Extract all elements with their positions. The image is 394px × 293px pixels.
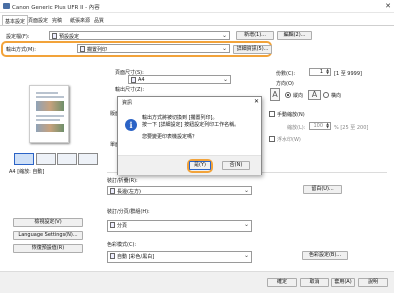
output-method-value: 擱置列印	[87, 47, 108, 53]
tab-divider	[0, 25, 394, 26]
info-dialog: 資訊 ✕ i 輸出方式將被切換到 [擱置列印]。 按一下 [詳細設定] 按鈕設定…	[117, 96, 262, 175]
add-profile-button[interactable]: 新增(1)...	[236, 31, 274, 40]
scale-range: % [25 至 200]	[334, 125, 369, 131]
restore-defaults-button[interactable]: 恢復預設值(R)	[13, 244, 83, 253]
ok-button[interactable]: 確定	[267, 278, 297, 287]
help-button[interactable]: 說明	[358, 278, 388, 287]
copies-label: 份數(C):	[276, 71, 296, 77]
page-size-select[interactable]: A4 ⌄	[128, 75, 231, 84]
dialog-message-line2: 按一下 [詳細設定] 按鈕設定列印工作名稱。	[142, 122, 240, 128]
scale-value: 100	[313, 123, 323, 129]
dialog-message-line1: 輸出方式將被切換到 [擱置列印]。	[142, 115, 218, 121]
paper-icon	[131, 77, 136, 83]
color-settings-button[interactable]: 色彩設定(B)...	[302, 251, 348, 260]
orientation-label: 方向(O)	[276, 81, 294, 87]
watermark-label: 浮水印(W)	[277, 137, 301, 143]
hold-print-icon	[80, 46, 85, 52]
margin-button[interactable]: 留白(U)...	[303, 185, 342, 194]
dialog-message-line3: 您要變更印表機設定嗎？	[142, 134, 198, 140]
chevron-down-icon: ⌄	[243, 187, 249, 194]
profile-icon	[52, 33, 57, 39]
collate-icon	[110, 222, 115, 228]
dialog-button-bar: 確定 取消 套用(A) 說明	[0, 271, 394, 293]
copies-range: [1 至 9999]	[334, 71, 362, 77]
output-size-label: 輸出尺寸(Z):	[115, 87, 145, 93]
tab-basic-settings[interactable]: 基本設定	[2, 15, 29, 25]
manual-scale-checkbox[interactable]	[269, 111, 275, 117]
dialog-close-icon[interactable]: ✕	[254, 98, 259, 105]
chevron-down-icon: ⌄	[243, 252, 249, 259]
view-settings-button[interactable]: 檢視設定(V)	[13, 218, 83, 227]
language-settings-button[interactable]: Language Settings(N)...	[13, 231, 83, 240]
staple-select[interactable]: 分頁 ⌄	[107, 220, 252, 232]
staple-value: 分頁	[117, 223, 128, 229]
preview-image-2	[36, 124, 64, 132]
scale-stepper[interactable]: 100 ▲ ▼	[309, 122, 331, 130]
profile-value: 預設設定	[59, 34, 80, 40]
color-mode-value: 自動 [彩色/黑白]	[117, 254, 155, 260]
title-bar: Canon Generic Plus UFR II - 內容 ✕	[0, 0, 394, 13]
watermark-checkbox[interactable]	[269, 136, 275, 142]
staple-label: 裝訂/分頁/群組(H):	[107, 209, 150, 215]
tab-paper-source[interactable]: 紙張來源	[68, 15, 92, 25]
preview-mode-layout-icon[interactable]	[14, 153, 34, 165]
spin-arrows-icon[interactable]: ▲ ▼	[326, 68, 329, 75]
landscape-label: 橫向	[331, 93, 342, 99]
output-method-label: 輸出方式(M):	[6, 47, 36, 53]
preview-mode-finish-icon[interactable]	[78, 153, 98, 165]
color-icon	[110, 253, 115, 259]
copies-stepper[interactable]: 1 ▲ ▼	[309, 68, 331, 76]
scale-label: 縮放(L):	[287, 125, 306, 131]
bind-select[interactable]: 長邊(左方) ⌄	[107, 186, 252, 195]
preview-mode-settings-icon[interactable]	[36, 153, 56, 165]
bind-icon	[110, 188, 115, 194]
no-button[interactable]: 否(N)	[222, 161, 250, 170]
dialog-footer: 是(Y) 否(N)	[118, 155, 261, 175]
apply-button[interactable]: 套用(A)	[331, 278, 355, 287]
bind-label: 裝訂/折疊(R):	[107, 178, 138, 184]
preview-mode-color-icon[interactable]	[57, 153, 77, 165]
portrait-radio[interactable]	[285, 92, 291, 98]
output-method-select[interactable]: 擱置列印 ⌄	[77, 44, 230, 53]
yes-button[interactable]: 是(Y)	[189, 161, 211, 170]
page-preview	[29, 85, 69, 143]
bind-value: 長邊(左方)	[117, 189, 141, 195]
profile-label: 設定檔(F):	[6, 34, 30, 40]
landscape-icon: A	[308, 90, 321, 100]
portrait-label: 縱向	[293, 93, 304, 99]
manual-scale-label: 手動縮放(N)	[277, 112, 305, 118]
chevron-down-icon: ⌄	[221, 45, 227, 52]
cancel-button[interactable]: 取消	[300, 278, 329, 287]
preview-image	[36, 101, 64, 111]
color-mode-label: 色彩模式(C):	[107, 242, 137, 248]
spin-arrows-icon[interactable]: ▲ ▼	[326, 122, 329, 129]
tab-page-setup[interactable]: 頁面設定	[26, 15, 50, 25]
details-button[interactable]: 詳細資訊(5)...	[233, 45, 272, 54]
chevron-down-icon: ⌄	[222, 76, 228, 83]
tab-quality[interactable]: 品質	[92, 15, 106, 25]
copies-value: 1	[319, 69, 323, 75]
portrait-icon: A	[270, 88, 280, 101]
printer-app-icon	[3, 3, 10, 9]
preview-caption: A4 [縮放: 自動]	[9, 169, 45, 175]
window-title: Canon Generic Plus UFR II - 內容	[12, 5, 100, 11]
dialog-title: 資訊	[122, 100, 133, 106]
info-icon: i	[125, 119, 137, 131]
tab-finishing[interactable]: 完稿	[50, 15, 64, 25]
edit-profile-button[interactable]: 編輯(2)...	[277, 31, 312, 40]
landscape-radio[interactable]	[323, 92, 329, 98]
profile-select[interactable]: 預設設定 ⌄	[49, 31, 230, 40]
close-icon[interactable]: ✕	[384, 2, 392, 10]
color-mode-select[interactable]: 自動 [彩色/黑白] ⌄	[107, 251, 252, 263]
dialog-message: 輸出方式將被切換到 [擱置列印]。 按一下 [詳細設定] 按鈕設定列印工作名稱。…	[142, 115, 260, 141]
page-size-value: A4	[138, 77, 145, 83]
chevron-down-icon: ⌄	[243, 221, 249, 228]
chevron-down-icon: ⌄	[221, 32, 227, 39]
